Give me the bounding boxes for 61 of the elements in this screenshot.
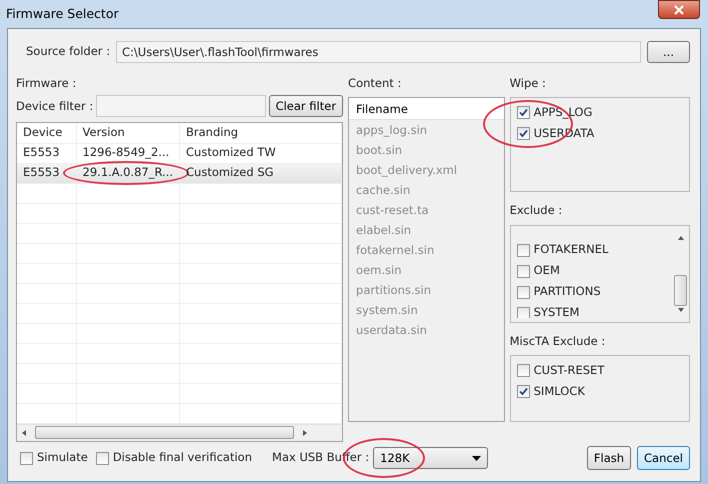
field-label: Source folder : [25, 43, 112, 60]
file-name: system.sin [355, 302, 419, 320]
checkbox[interactable] [516, 306, 530, 318]
column-header[interactable]: Device [17, 123, 76, 143]
section-label: Wipe : [510, 75, 547, 92]
checkbox[interactable] [516, 127, 530, 140]
file-name: cache.sin [355, 182, 412, 200]
file-name: userdata.sin [355, 322, 428, 340]
table-cell: 1296-8549_2... [76, 143, 180, 163]
checkbox[interactable] [516, 384, 530, 398]
up-arrow-icon[interactable] [676, 234, 686, 241]
source-folder-field[interactable]: C:\Users\User\.flashTool\firmwares [116, 41, 642, 63]
checkbox[interactable] [516, 106, 530, 120]
checkbox-label: Disable final verification [112, 449, 252, 466]
device-filter-field[interactable] [96, 95, 266, 118]
browse-button[interactable]: ... [647, 41, 690, 63]
field-label: Device filter : [16, 98, 94, 114]
buffer-dropdown[interactable]: 128K [373, 447, 488, 469]
checkbox[interactable] [516, 286, 530, 298]
checkbox[interactable] [516, 264, 530, 278]
dialog-button[interactable]: Cancel [637, 446, 690, 470]
window-title: Firmware Selector [6, 4, 119, 23]
checkbox-label: SIMLOCK [534, 382, 585, 400]
checkbox[interactable] [516, 244, 530, 256]
file-name: elabel.sin [355, 222, 412, 240]
checkbox-label: Simulate [37, 449, 88, 466]
section-label: Exclude : [510, 202, 564, 220]
close-icon [673, 4, 685, 14]
section-label: Content : [348, 75, 402, 92]
checkbox-label: CUST-RESET [534, 362, 604, 379]
checkbox[interactable] [96, 452, 109, 464]
file-name: apps_log.sin [355, 122, 428, 140]
checkbox-label: SYSTEM [534, 304, 580, 318]
dialog-button[interactable]: Flash [586, 446, 632, 470]
horizontal-scrollbar[interactable] [17, 424, 342, 440]
column-header[interactable]: Filename [349, 98, 504, 120]
table-cell: E5553 [17, 163, 76, 183]
checkbox-label: FOTAKERNEL [534, 241, 608, 258]
down-arrow-icon[interactable] [676, 306, 686, 314]
file-name: cust-reset.ta [355, 202, 430, 220]
table-cell: E5553 [17, 143, 76, 163]
file-name: boot.sin [355, 142, 404, 160]
file-name: boot_delivery.xml [355, 162, 458, 180]
table-row[interactable]: E5553 1296-8549_2... Customized TW [17, 143, 342, 163]
close-button[interactable] [658, 0, 700, 19]
checkbox[interactable] [20, 452, 33, 464]
checkbox-label: PARTITIONS [534, 283, 601, 300]
column-header[interactable]: Version [76, 123, 180, 143]
checkbox[interactable] [516, 364, 530, 377]
dropdown-value: 128K [380, 450, 410, 466]
checkbox-label: OEM [534, 262, 560, 280]
clear-filter-button[interactable]: Clear filter [268, 95, 344, 118]
table-cell: Customized TW [180, 143, 342, 163]
caret-icon [472, 456, 482, 460]
column-header[interactable]: Branding [180, 123, 342, 143]
file-name: fotakernel.sin [355, 242, 436, 260]
table-cell: 29.1.A.0.87_R... [76, 163, 180, 183]
section-label: MiscTA Exclude : [510, 332, 606, 350]
section-label: Firmware : [16, 75, 78, 92]
file-name: oem.sin [355, 262, 402, 280]
file-name: partitions.sin [355, 282, 432, 300]
